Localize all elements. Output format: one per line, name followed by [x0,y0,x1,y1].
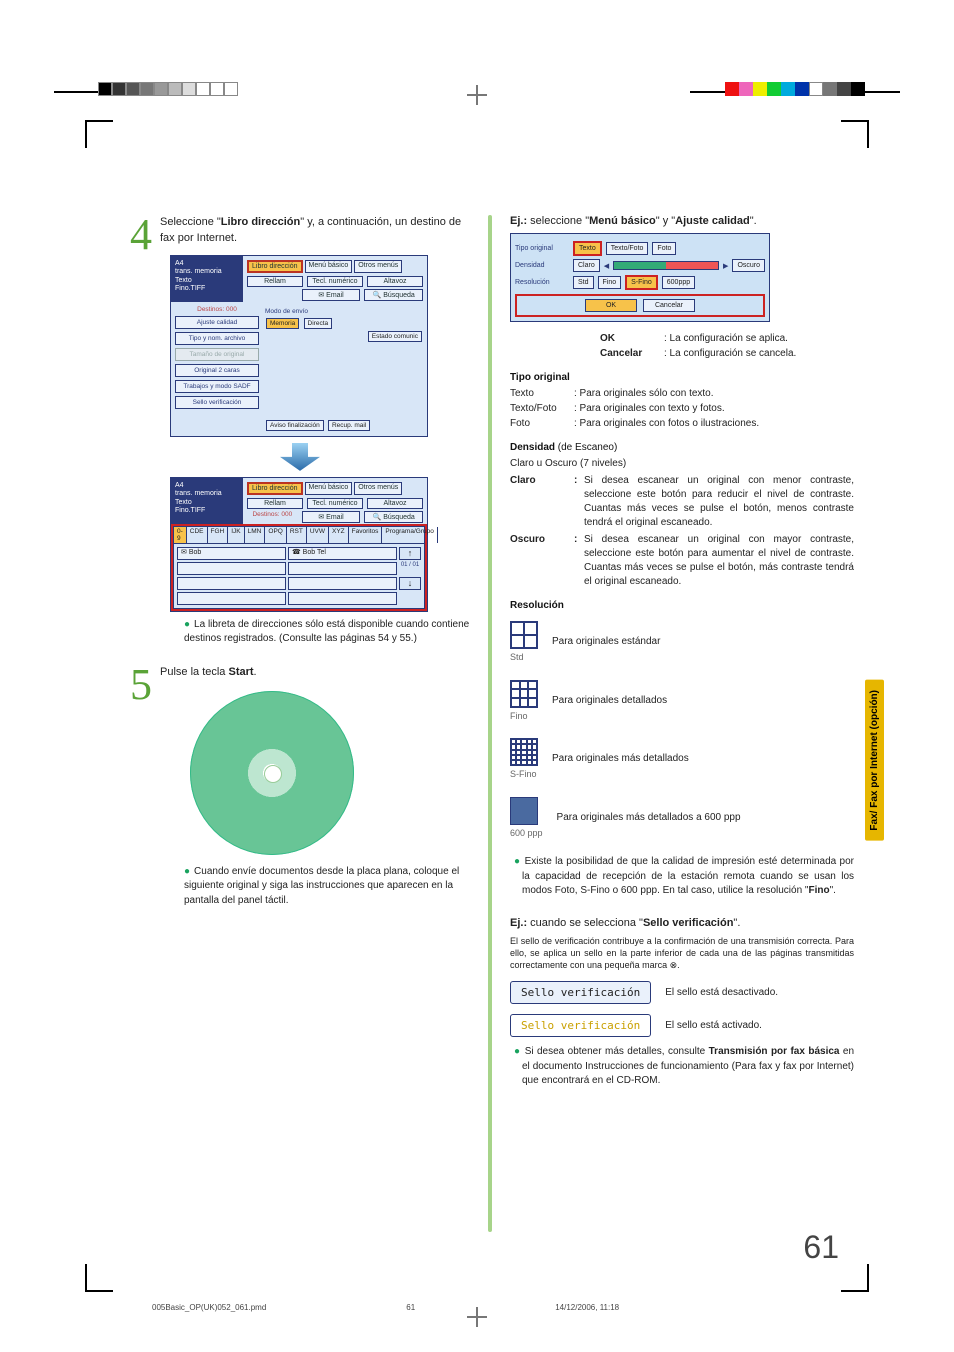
fino-icon [510,680,538,708]
crop-tl [85,120,113,148]
crop-tr [841,120,869,148]
page-counter: 01 / 01 [399,562,421,575]
right-column: Ej.: seleccione "Menú básico" y "Ajuste … [510,215,854,1232]
btn-directa[interactable]: Directa [304,318,333,329]
reg-cross-top [467,85,487,105]
stamp-off-label: El sello está desactivado. [665,987,778,998]
quality-panel-screenshot: Tipo original Texto Texto/Foto Foto Dens… [510,233,770,322]
panel-status: A4 trans. memoria Texto Fino.TIFF [171,256,243,302]
contact-bob[interactable]: ✉ Bob [177,547,286,560]
mfp-screenshot-1: A4 trans. memoria Texto Fino.TIFF Libro … [170,255,428,437]
page-content: 4 Seleccione "Libro dirección" y, a cont… [130,215,854,1232]
sfino-icon [510,738,538,766]
sb-ajuste[interactable]: Ajuste calidad [175,316,259,329]
left-column: 4 Seleccione "Libro dirección" y, a cont… [130,215,470,1232]
btn-altavoz[interactable]: Altavoz [367,276,423,287]
qp-sfino[interactable]: S-Fino [625,275,658,290]
tipo-original-block: Tipo original Texto: Para originales sól… [510,371,854,431]
manual-page: Fax/ Fax por Internet (opción) 4 Selecci… [0,0,954,1352]
scroll-up-icon[interactable]: ↑ [399,547,421,560]
mfp-screenshot-2: A4 trans. memoria Texto Fino.TIFF Libro … [170,477,428,612]
qp-fino[interactable]: Fino [598,276,622,289]
qp-600ppp[interactable]: 600ppp [662,276,695,289]
contact-bob-tel[interactable]: ☎ Bob Tel [288,547,397,560]
sb-tamano[interactable]: Tamaño de original [175,348,259,361]
resolution-note: ●Existe la posibilidad de que la calidad… [510,855,854,899]
stamp-on-label: El sello está activado. [665,1020,762,1031]
reg-strip-left [54,82,264,102]
stamp-desc: El sello de verificación contribuye a la… [510,935,854,971]
step-text: Seleccione "Libro dirección" y, a contin… [130,215,470,247]
side-buttons: Destinos: 000 Ajuste calidad Tipo y nom.… [175,306,259,409]
btn-memoria[interactable]: Memoria [266,318,299,329]
qp-claro[interactable]: Claro [573,259,600,272]
density-slider[interactable] [613,261,719,270]
resolucion-block: Resolución Std Para originales estándar … [510,599,854,839]
example-1: Ej.: seleccione "Menú básico" y "Ajuste … [510,215,854,227]
step-number: 4 [130,215,152,255]
btn-busqueda[interactable]: 🔍 Búsqueda [364,289,423,301]
btn-estado[interactable]: Estado comunic [368,331,422,342]
page-number: 61 [803,1229,839,1266]
btn-aviso[interactable]: Aviso finalización [266,420,324,431]
addressbook-note: ●La libreta de direcciones sólo está dis… [130,618,470,647]
std-icon [510,621,538,649]
sb-tipo[interactable]: Tipo y nom. archivo [175,332,259,345]
step-text: Pulse la tecla Start. [130,665,470,681]
qp-texto[interactable]: Texto [573,241,602,256]
start-button-illustration [190,691,354,855]
crop-br [841,1264,869,1292]
btn-tecl[interactable]: Tecl. numérico [307,276,363,287]
crop-bl [85,1264,113,1292]
tab-otros[interactable]: Otros menús [354,260,402,273]
qp-textofoto[interactable]: Texto/Foto [606,242,649,255]
address-book-highlight: 0-9 CDE FGH IJK LMN OPQ RST UVW XYZ Favo… [171,524,427,611]
reg-strip-right [690,82,900,102]
qp-std[interactable]: Std [573,276,594,289]
cancel-button[interactable]: Cancelar [643,299,695,312]
step-4: 4 Seleccione "Libro dirección" y, a cont… [130,215,470,647]
ok-button[interactable]: OK [585,299,637,312]
qp-foto[interactable]: Foto [652,242,676,255]
stamp-off-button[interactable]: Sello verificación [510,981,651,1004]
ok-cancel-desc: OK: La configuración se aplica. Cancelar… [600,332,854,361]
sb-sello[interactable]: Sello verificación [175,396,259,409]
600ppp-icon [510,797,538,825]
qp-oscuro[interactable]: Oscuro [732,259,765,272]
scroll-down-icon[interactable]: ↓ [399,577,421,590]
tab-menu-basico[interactable]: Menú básico [305,260,353,273]
sb-2caras[interactable]: Original 2 caras [175,364,259,377]
sb-sadf[interactable]: Trabajos y modo SADF [175,380,259,393]
btn-rellam[interactable]: Rellam [247,276,303,287]
step-5: 5 Pulse la tecla Start. ●Cuando envíe do… [130,665,470,908]
footer: 005Basic_OP(UK)052_061.pmd 61 14/12/2006… [152,1303,619,1312]
flatbed-note: ●Cuando envíe documentos desde la placa … [130,865,470,909]
section-tab: Fax/ Fax por Internet (opción) [865,680,884,841]
densidad-block: Densidad (de Escaneo) Claro u Oscuro (7 … [510,441,854,589]
arrow-down-icon [280,443,320,471]
example-2: Ej.: cuando se selecciona "Sello verific… [510,917,854,929]
stamp-note: ●Si desea obtener más detalles, consulte… [510,1045,854,1089]
stamp-on-button[interactable]: Sello verificación [510,1014,651,1037]
step-number: 5 [130,665,152,705]
ok-cancel-row: OK Cancelar [515,294,765,317]
btn-email[interactable]: ✉ Email [302,289,361,301]
column-separator [488,215,492,1232]
tab-libro[interactable]: Libro dirección [247,260,303,273]
btn-recup[interactable]: Recup. mail [328,420,370,431]
